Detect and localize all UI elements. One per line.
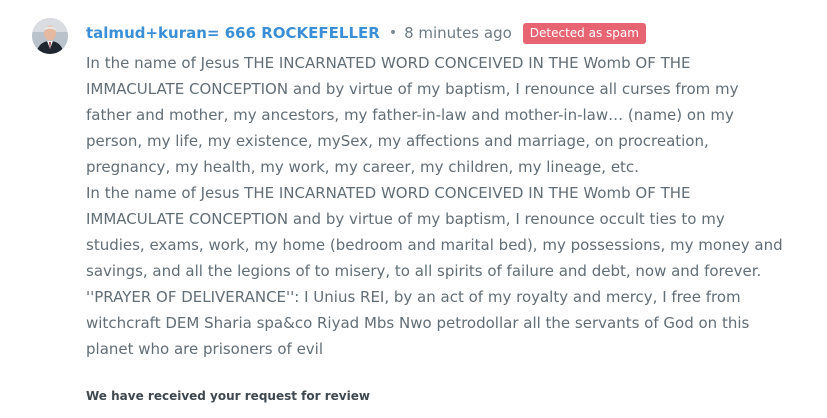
meta-separator: • xyxy=(388,25,398,41)
comment-paragraph: In the name of Jesus THE INCARNATED WORD… xyxy=(86,54,739,176)
comment-timestamp[interactable]: 8 minutes ago xyxy=(404,24,512,42)
review-request-notice: We have received your request for review xyxy=(86,389,370,403)
comment-paragraph: In the name of Jesus THE INCARNATED WORD… xyxy=(86,184,783,280)
comment-body: In the name of Jesus THE INCARNATED WORD… xyxy=(86,50,786,362)
comment-paragraph: ''PRAYER OF DELIVERANCE'': I Unius REI, … xyxy=(86,288,750,358)
spam-status-badge: Detected as spam xyxy=(522,22,646,44)
comment-header: talmud+kuran= 666 ROCKEFELLER • 8 minute… xyxy=(86,22,646,44)
author-name[interactable]: talmud+kuran= 666 ROCKEFELLER xyxy=(86,24,380,42)
avatar[interactable] xyxy=(32,18,68,54)
comment: talmud+kuran= 666 ROCKEFELLER • 8 minute… xyxy=(0,0,827,418)
user-avatar-icon xyxy=(32,18,68,54)
